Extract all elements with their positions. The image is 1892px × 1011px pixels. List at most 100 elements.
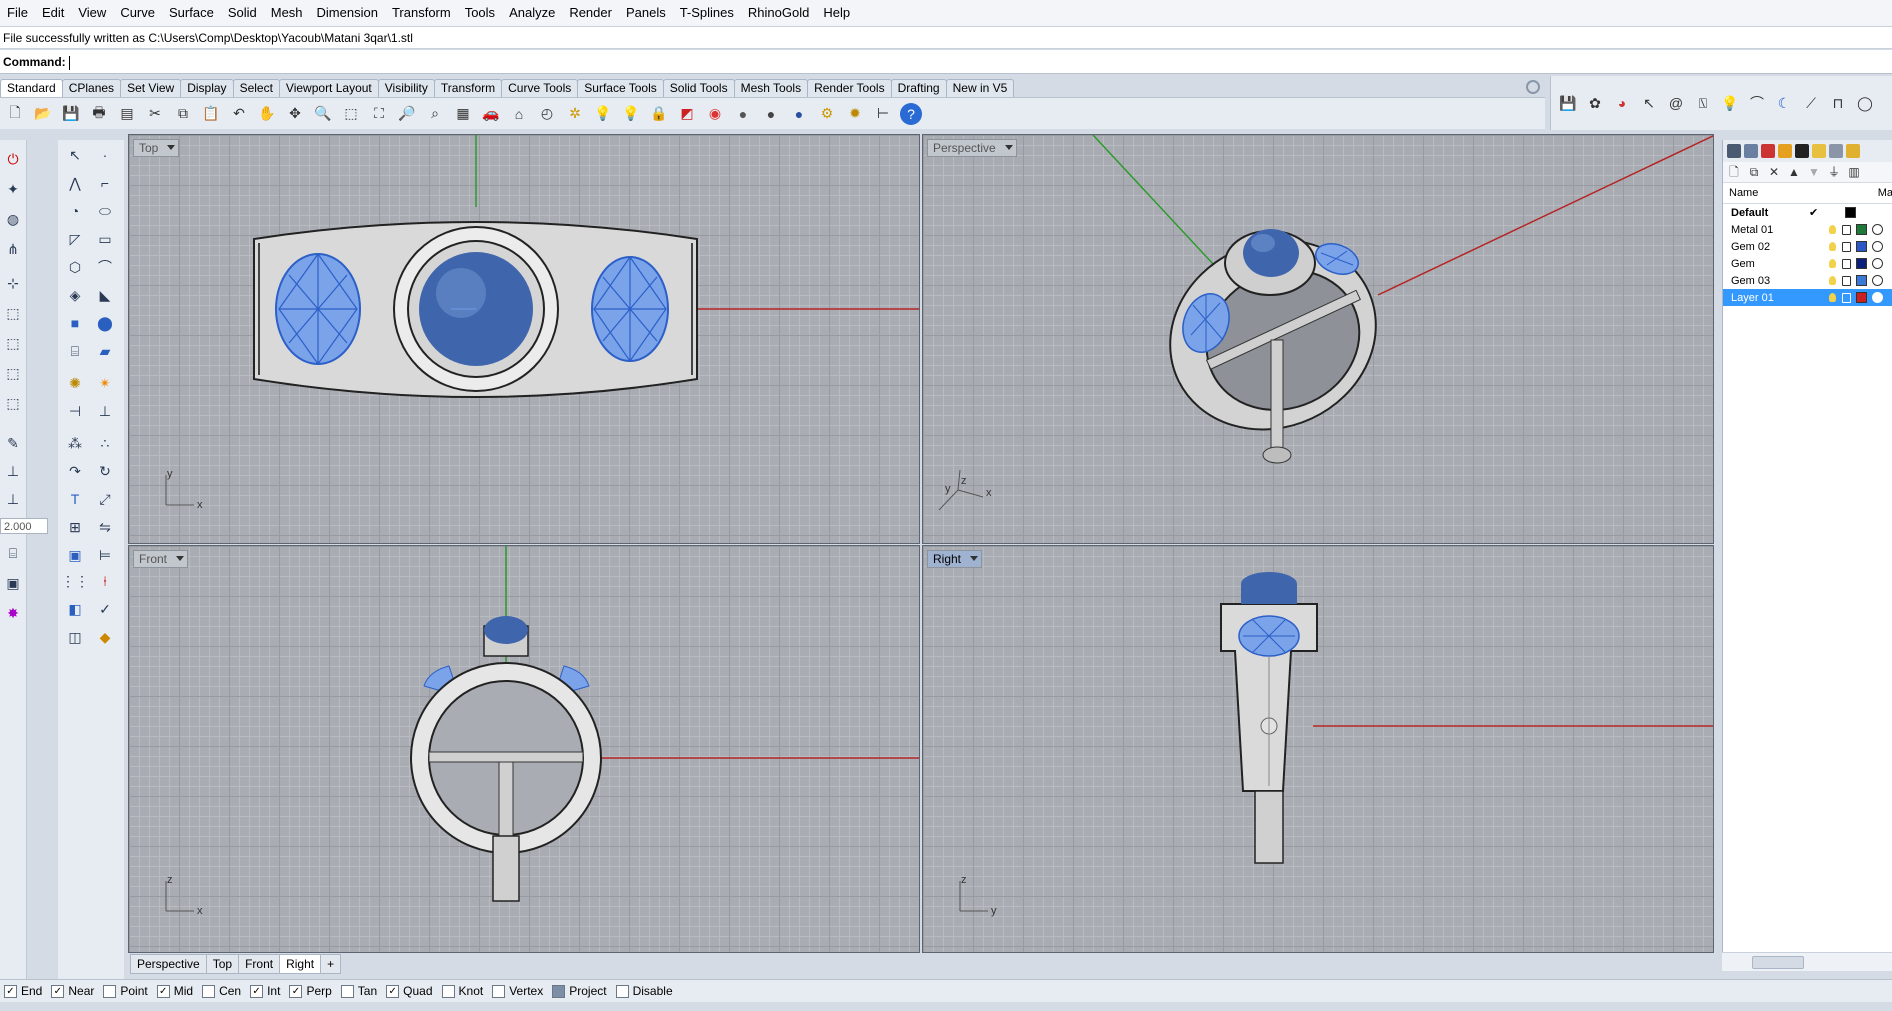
- undo-icon[interactable]: ↶: [228, 103, 250, 125]
- tab-set-view[interactable]: Set View: [120, 79, 182, 97]
- menu-item-surface[interactable]: Surface: [162, 0, 221, 26]
- help-icon[interactable]: ?: [900, 102, 922, 125]
- zoom-window-icon[interactable]: ⬚: [340, 103, 362, 125]
- gear-icon[interactable]: [1526, 80, 1540, 94]
- layer-color-swatch[interactable]: [1856, 241, 1867, 252]
- material-icon[interactable]: [1872, 258, 1883, 269]
- sweep-icon[interactable]: ◣: [94, 284, 116, 306]
- menu-item-t-splines[interactable]: T-Splines: [673, 0, 741, 26]
- tab-select[interactable]: Select: [232, 79, 280, 97]
- pan-icon[interactable]: ✋: [256, 103, 278, 125]
- star-burst-icon[interactable]: ✴: [94, 372, 116, 394]
- save-icon[interactable]: 💾: [60, 103, 82, 125]
- trim-icon[interactable]: ⊥: [94, 400, 116, 422]
- new-layer-icon[interactable]: 🗋: [1727, 165, 1741, 179]
- menu-item-dimension[interactable]: Dimension: [310, 0, 385, 26]
- open-file-icon[interactable]: 📂: [32, 103, 54, 125]
- viewport-tab-right[interactable]: Right: [279, 954, 322, 974]
- more-icon[interactable]: ▥: [1847, 165, 1861, 179]
- move-up-icon[interactable]: ▲: [1787, 165, 1801, 179]
- layer-color-swatch[interactable]: [1856, 275, 1867, 286]
- menu-item-help[interactable]: Help: [816, 0, 857, 26]
- tab-surface-tools[interactable]: Surface Tools: [577, 79, 664, 97]
- viewport-tab-front[interactable]: Front: [238, 954, 281, 974]
- shaded-sphere-icon[interactable]: ●: [732, 103, 754, 125]
- lock-icon[interactable]: [1842, 224, 1851, 235]
- osnap-cen[interactable]: Cen: [202, 984, 241, 998]
- checkbox[interactable]: [103, 984, 117, 998]
- osnap-int[interactable]: ✓ Int: [250, 984, 280, 998]
- gear-cluster-icon[interactable]: ✸: [2, 602, 24, 624]
- zoom-selected-icon[interactable]: 🔎: [396, 103, 418, 125]
- layer-row[interactable]: Gem 02: [1723, 238, 1892, 255]
- material-icon[interactable]: [1872, 241, 1883, 252]
- point-icon[interactable]: ·: [94, 144, 116, 166]
- tab-curve-tools[interactable]: Curve Tools: [501, 79, 579, 97]
- chevron-down-icon[interactable]: [167, 145, 176, 150]
- mesh-icon[interactable]: ▰: [94, 340, 116, 362]
- new-sublayer-icon[interactable]: ⧉: [1747, 165, 1761, 179]
- solid-box-icon[interactable]: ■: [64, 312, 86, 334]
- viewport-label-front[interactable]: Front: [133, 550, 189, 568]
- checkbox[interactable]: [552, 984, 566, 998]
- chevron-down-icon[interactable]: [176, 556, 185, 561]
- delete-icon[interactable]: ✕: [1767, 165, 1781, 179]
- properties-icon[interactable]: ▤: [116, 103, 138, 125]
- osnap-vertex[interactable]: Vertex: [492, 984, 543, 998]
- options-icon[interactable]: ⚙: [816, 103, 838, 125]
- layer-name-header[interactable]: Name: [1723, 187, 1878, 199]
- properties-tab-icon[interactable]: [1727, 144, 1741, 158]
- group-icon[interactable]: ⁂: [64, 432, 86, 454]
- measure-icon[interactable]: ⊹: [2, 272, 24, 294]
- light-bulb-icon[interactable]: [1829, 242, 1836, 251]
- layer-color-swatch[interactable]: [1845, 207, 1856, 218]
- menu-item-rhinogold[interactable]: RhinoGold: [741, 0, 816, 26]
- layer-color-swatch[interactable]: [1856, 258, 1867, 269]
- tab-new-in-v5[interactable]: New in V5: [945, 79, 1015, 97]
- curve-icon[interactable]: ⌒: [1746, 92, 1768, 114]
- display-tab-icon[interactable]: [1744, 144, 1758, 158]
- viewport-layout-icon[interactable]: ▦: [452, 103, 474, 125]
- tab-solid-tools[interactable]: Solid Tools: [662, 79, 735, 97]
- brush-icon[interactable]: ✎: [2, 432, 24, 454]
- menu-item-file[interactable]: File: [0, 0, 35, 26]
- split-icon[interactable]: ⊣: [64, 400, 86, 422]
- curve-points-icon[interactable]: ⌐: [94, 172, 116, 194]
- settings-icon[interactable]: ✹: [844, 103, 866, 125]
- scale-icon[interactable]: ⤢: [94, 488, 116, 510]
- edit-layers-icon[interactable]: ◩: [676, 103, 698, 125]
- material-icon[interactable]: [1872, 292, 1883, 303]
- dimension-icon[interactable]: ⊢: [872, 103, 894, 125]
- moon-icon[interactable]: ☾: [1773, 92, 1795, 114]
- osnap-quad[interactable]: ✓ Quad: [386, 984, 433, 998]
- viewport-label-perspective[interactable]: Perspective: [927, 139, 1017, 157]
- add-viewport-tab-icon[interactable]: +: [320, 954, 342, 974]
- grid-array-icon[interactable]: ⋮⋮: [61, 570, 89, 592]
- tab-render-tools[interactable]: Render Tools: [807, 79, 892, 97]
- globe-icon[interactable]: ◍: [2, 208, 24, 230]
- gauge-icon[interactable]: ⍂: [1692, 92, 1714, 114]
- line-icon[interactable]: ⟋: [1800, 92, 1822, 114]
- zoom-icon[interactable]: 🔍: [312, 103, 334, 125]
- checkbox[interactable]: ✓: [250, 984, 264, 998]
- save-icon[interactable]: 💾: [1557, 92, 1579, 114]
- viewport-tab-top[interactable]: Top: [205, 954, 240, 974]
- menu-item-transform[interactable]: Transform: [385, 0, 458, 26]
- osnap-near[interactable]: ✓ Near: [51, 984, 94, 998]
- checkbox[interactable]: [441, 984, 455, 998]
- frame-icon[interactable]: ▣: [2, 572, 24, 594]
- osnap-end[interactable]: ✓ End: [4, 984, 42, 998]
- mirror-icon[interactable]: ⇋: [94, 516, 116, 538]
- distance-r-icon[interactable]: ⊥: [2, 488, 24, 510]
- viewport-perspective[interactable]: y z x Perspective: [922, 134, 1714, 544]
- box-icon[interactable]: ⬚: [2, 392, 24, 414]
- light-on-icon[interactable]: 💡: [592, 103, 614, 125]
- stamp-icon[interactable]: ⌸: [2, 542, 24, 564]
- tab-drafting[interactable]: Drafting: [890, 79, 947, 97]
- checkbox[interactable]: [615, 984, 629, 998]
- tab-viewport-layout[interactable]: Viewport Layout: [278, 79, 379, 97]
- menu-item-panels[interactable]: Panels: [619, 0, 673, 26]
- light-bulb-icon[interactable]: [1829, 293, 1836, 302]
- command-input[interactable]: [68, 55, 70, 70]
- rotate-view-icon[interactable]: ✥: [284, 103, 306, 125]
